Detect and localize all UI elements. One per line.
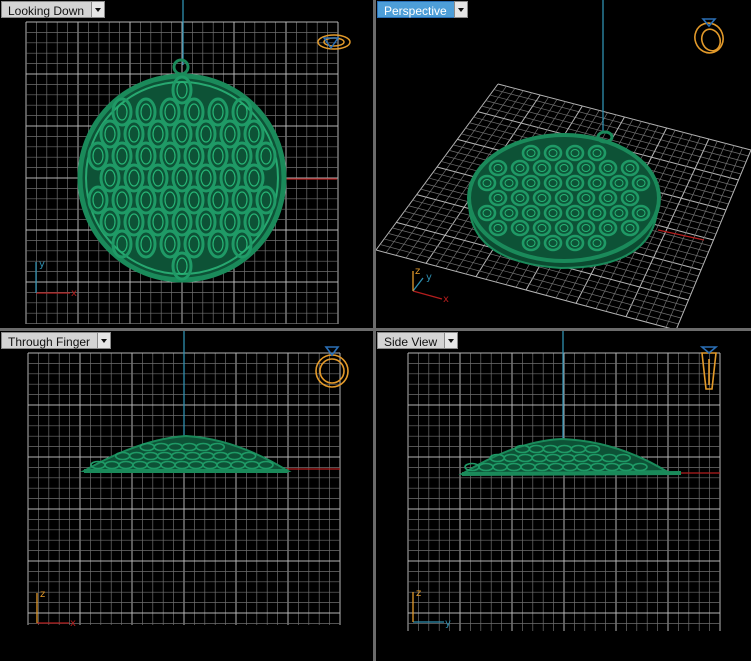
chevron-down-icon[interactable] (97, 332, 112, 349)
triad-x-label: x (70, 618, 76, 629)
viewport-looking-down[interactable]: x y Looking Down (0, 0, 373, 328)
pendant-rim (461, 471, 682, 476)
axis-triad: x y z (412, 266, 449, 305)
viewport-label[interactable]: Perspective (377, 1, 454, 18)
pendant-model[interactable] (80, 434, 292, 473)
viewport-tab-looking-down[interactable]: Looking Down (1, 1, 106, 18)
pendant-rim (77, 73, 287, 283)
triad-z-label: z (416, 588, 421, 599)
viewport-perspective[interactable]: x y z Perspective (375, 0, 751, 329)
pendant-bail (172, 58, 190, 76)
viewport-perspective-canvas[interactable]: x y z (376, 0, 751, 328)
viewport-label[interactable]: Looking Down (1, 1, 92, 18)
triad-y-label: y (39, 259, 45, 270)
pendant-dome (80, 434, 292, 472)
ring-perspective-icon[interactable] (691, 18, 728, 57)
triad-y-label: y (445, 618, 451, 629)
triad-z-label: z (40, 589, 45, 600)
triad-z-label: z (415, 266, 420, 277)
pendant-model[interactable] (77, 58, 287, 283)
viewport-through-finger[interactable]: x z Through Finger (0, 331, 373, 661)
viewport-label[interactable]: Side View (377, 332, 445, 349)
viewport-side-view-canvas[interactable]: y z (376, 331, 751, 661)
viewport-through-finger-canvas[interactable]: x z (0, 331, 373, 661)
ring-side-icon[interactable] (699, 346, 719, 390)
chevron-down-icon[interactable] (91, 1, 106, 18)
triad-x-label: x (71, 288, 77, 299)
chevron-down-icon[interactable] (453, 1, 468, 18)
grid-line (665, 147, 743, 328)
viewport-tab-side-view[interactable]: Side View (377, 332, 459, 349)
viewport-label[interactable]: Through Finger (1, 332, 98, 349)
pendant-model[interactable] (467, 130, 661, 270)
viewport-splitter-horizontal[interactable] (0, 328, 751, 331)
ring-top-icon[interactable] (317, 34, 351, 50)
pendant-rim (467, 133, 661, 263)
viewport-looking-down-canvas[interactable]: x y (0, 0, 373, 328)
triad-y-label: y (426, 272, 432, 283)
axis-triad: x z (36, 589, 76, 629)
triad-y-line (412, 277, 424, 292)
construction-grid (407, 352, 721, 631)
grid-line (655, 145, 735, 325)
chevron-down-icon[interactable] (444, 332, 459, 349)
triad-x-line (412, 290, 443, 300)
grid-line (645, 143, 727, 323)
triad-x-label: x (443, 294, 449, 305)
viewport-tab-through-finger[interactable]: Through Finger (1, 332, 112, 349)
viewport-tab-perspective[interactable]: Perspective (377, 1, 468, 18)
viewport-side-view[interactable]: y z Side View (376, 331, 751, 661)
grid-line (676, 149, 751, 328)
axis-triad: x y (35, 259, 77, 299)
